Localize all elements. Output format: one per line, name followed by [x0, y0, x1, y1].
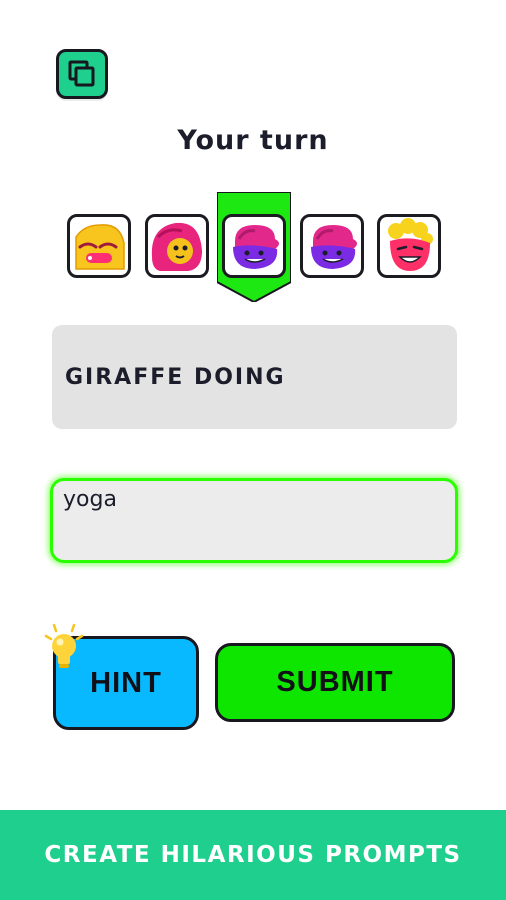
promo-banner-text: CREATE HILARIOUS PROMPTS: [44, 842, 462, 868]
prompt-text: GIRAFFE DOING: [65, 364, 286, 390]
lightbulb-icon: [44, 623, 84, 668]
submit-button-label: SUBMIT: [276, 666, 394, 698]
player-avatar-3[interactable]: [222, 214, 286, 278]
yellow-hair-avatar-icon: [388, 218, 433, 271]
purple-cap-avatar-icon: [233, 225, 279, 269]
player-avatar-2[interactable]: [145, 214, 209, 278]
player-avatar-4[interactable]: [300, 214, 364, 278]
prompt-card: GIRAFFE DOING: [52, 325, 457, 429]
page-title: Your turn: [177, 125, 329, 156]
player-avatar-1[interactable]: [67, 214, 131, 278]
gallery-button[interactable]: [56, 49, 108, 99]
player-avatar-5[interactable]: [377, 214, 441, 278]
game-screen: Your turn GIRAFFE DOING yoga HINT SUBMIT…: [0, 0, 506, 900]
pink-hair-avatar-icon: [151, 222, 202, 271]
yellow-blob-avatar-icon: [75, 224, 125, 270]
players-row: [0, 190, 506, 305]
purple-cap-avatar-icon: [311, 225, 357, 269]
hint-button-label: HINT: [90, 666, 162, 699]
submit-button[interactable]: SUBMIT: [215, 643, 455, 722]
answer-input[interactable]: [50, 478, 458, 563]
promo-banner: CREATE HILARIOUS PROMPTS: [0, 810, 506, 900]
stacked-squares-icon: [68, 60, 95, 87]
